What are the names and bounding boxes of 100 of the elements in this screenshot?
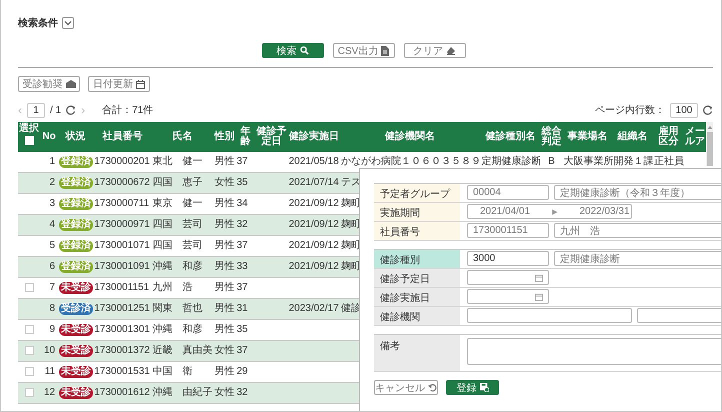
status-badge: 未受診 <box>59 345 94 357</box>
status-badge: 登録済 <box>59 261 94 273</box>
row-number: 12 <box>44 387 56 398</box>
site-cell: 大阪事業所 <box>564 156 613 167</box>
field-label: 社員番号 <box>374 222 460 240</box>
name-cell: 沖縄 和彦 <box>152 324 202 335</box>
row-number: 5 <box>50 240 56 251</box>
age-cell: 35 <box>236 324 248 335</box>
age-cell: 32 <box>236 387 248 398</box>
employee-number: 1730001372 <box>94 345 150 356</box>
refresh-icon[interactable] <box>66 105 76 115</box>
cancel-button[interactable]: キャンセル <box>374 380 438 395</box>
row-number: 10 <box>44 345 56 356</box>
row-number: 2 <box>50 177 56 188</box>
clinic-cell: 麹町 <box>340 198 361 209</box>
recommend-button[interactable]: 受診勧奨 <box>18 76 80 92</box>
row-checkbox[interactable] <box>24 366 34 376</box>
save-icon <box>480 383 488 392</box>
row-number: 8 <box>50 303 56 314</box>
calendar-icon[interactable] <box>535 292 543 300</box>
name-cell: 東北 健一 <box>152 156 202 167</box>
page-field[interactable]: 1 <box>27 102 45 118</box>
status-badge: 未受診 <box>59 324 94 336</box>
clear-button[interactable]: クリア <box>404 43 466 58</box>
employee-number: 1730001151 <box>94 282 150 293</box>
chevron-icon <box>64 20 72 26</box>
date-cell: 2023/02/17 <box>288 303 339 314</box>
column-header[interactable]: 氏名 <box>172 132 192 142</box>
remarks-field[interactable] <box>467 338 721 365</box>
employee-number: 1730000971 <box>94 219 150 230</box>
rows-per-page-field[interactable]: 100 <box>670 102 698 118</box>
scrollbar[interactable] <box>706 122 713 166</box>
employee-number: 1730001071 <box>94 240 150 251</box>
date-cell: 2021/07/14 <box>288 177 339 188</box>
column-header[interactable]: 健診機関名 <box>385 132 436 142</box>
date-cell: 2021/09/12 <box>288 240 339 251</box>
row-number: 3 <box>50 198 56 209</box>
date-field[interactable] <box>467 270 549 285</box>
csv-button[interactable]: CSV出力 <box>332 43 394 58</box>
date-cell: 2021/09/12 <box>288 261 339 272</box>
column-header: 選択 <box>19 124 40 134</box>
clinic-cell: 麹町 <box>340 261 361 272</box>
refresh-icon[interactable] <box>703 105 713 115</box>
select-all-checkbox[interactable] <box>24 136 34 145</box>
age-cell: 29 <box>236 366 248 377</box>
gender-cell: 女性 <box>214 177 235 188</box>
status-badge: 登録済 <box>59 219 94 231</box>
row-number: 7 <box>50 282 56 293</box>
employment-cell: 正社員 <box>654 156 684 167</box>
input-field[interactable] <box>467 308 632 323</box>
date-update-button[interactable]: 日付更新 <box>88 76 150 92</box>
column-header[interactable]: 状況 <box>66 132 86 142</box>
age-cell: 34 <box>236 198 248 209</box>
row-checkbox[interactable] <box>24 324 34 334</box>
scroll-up-icon[interactable] <box>706 125 712 130</box>
gender-cell: 男性 <box>214 261 235 272</box>
field-label: 健診種別 <box>374 250 460 268</box>
gender-cell: 男性 <box>214 303 235 314</box>
submit-button[interactable]: 登録 <box>446 380 499 395</box>
name-cell: 四国 芸司 <box>152 240 202 251</box>
clinic-cell: 麹町 <box>340 240 361 251</box>
age-cell: 37 <box>236 345 248 356</box>
search-icon <box>300 46 308 55</box>
employee-number: 1730000672 <box>94 177 150 188</box>
status-badge: 未受診 <box>59 366 94 378</box>
document-icon <box>381 46 390 56</box>
age-cell: 37 <box>236 156 248 167</box>
rows-per-page-label: ページ内行数： <box>595 104 665 117</box>
status-badge: 未受診 <box>59 387 94 399</box>
employee-number: 1730001531 <box>94 366 150 377</box>
page-count: / 1 <box>50 104 62 116</box>
gender-cell: 男性 <box>214 282 235 293</box>
search-conditions-label: 検索条件 <box>18 16 58 30</box>
field-label: 健診実施日 <box>374 288 460 306</box>
clinic-cell: テス <box>340 177 361 188</box>
search-button[interactable]: 検索 <box>262 43 324 58</box>
row-number: 6 <box>50 261 56 272</box>
undo-icon <box>428 383 437 392</box>
date-cell: 2021/05/18 <box>288 156 339 167</box>
status-badge: 受診済 <box>59 303 94 315</box>
input-field[interactable]: 3000 <box>467 251 549 266</box>
gender-cell: 男性 <box>214 240 235 251</box>
field-label: 備考 <box>374 335 460 371</box>
age-cell: 32 <box>236 219 248 230</box>
age-cell: 37 <box>236 240 248 251</box>
calendar-icon[interactable] <box>535 274 543 282</box>
status-badge: 未受診 <box>59 282 94 294</box>
clinic-cell: かながわ病院１０６０３５８９ <box>340 156 480 167</box>
employee-number: 1730001301 <box>94 324 150 335</box>
name-cell: 九州 浩 <box>152 282 192 293</box>
status-badge: 登録済 <box>59 240 94 252</box>
row-checkbox[interactable] <box>24 346 34 355</box>
employee-number: 1730001251 <box>94 303 150 314</box>
date-field[interactable] <box>467 289 549 304</box>
row-checkbox[interactable] <box>24 282 34 292</box>
expand-button[interactable] <box>62 17 74 29</box>
row-checkbox[interactable] <box>24 388 34 397</box>
total-count: 合計：71件 <box>102 104 154 117</box>
date-cell: 2021/09/12 <box>288 198 339 209</box>
employee-number: 1730001091 <box>94 261 150 272</box>
